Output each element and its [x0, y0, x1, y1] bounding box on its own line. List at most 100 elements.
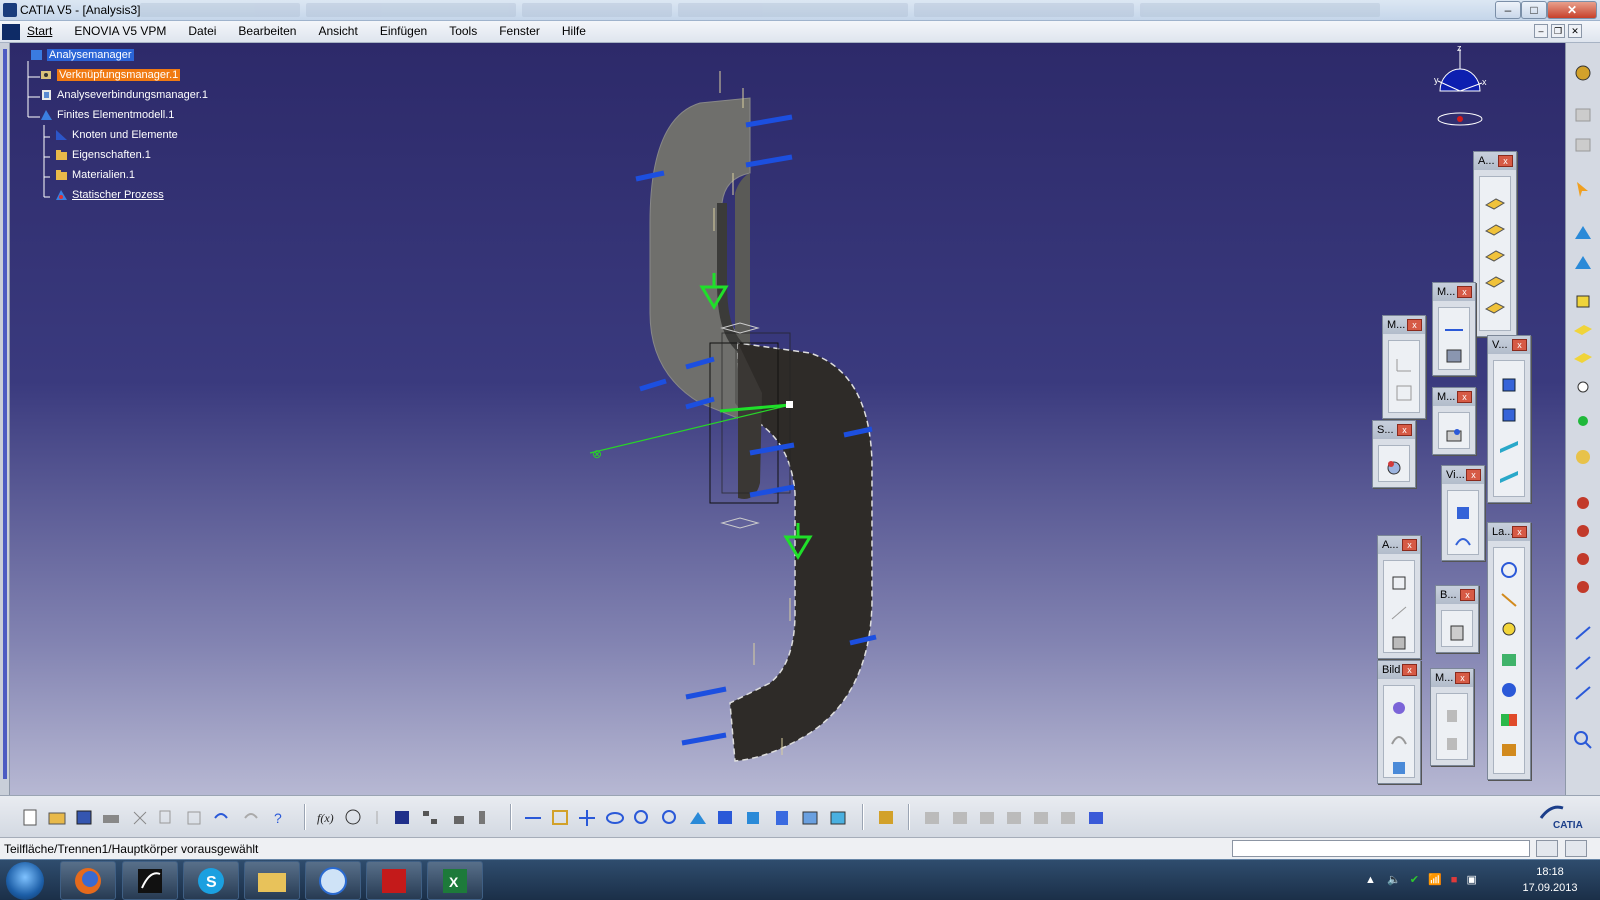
- open-icon[interactable]: [47, 808, 67, 826]
- minimize-button[interactable]: –: [1495, 1, 1521, 19]
- close-icon[interactable]: x: [1466, 469, 1481, 481]
- floating-toolbar-a1[interactable]: A... x: [1473, 151, 1517, 337]
- table-icon[interactable]: [392, 808, 412, 826]
- tray-expand-icon[interactable]: ▲: [1365, 874, 1376, 886]
- close-icon[interactable]: x: [1512, 526, 1527, 538]
- axis-icon[interactable]: [1572, 623, 1594, 643]
- floating-toolbar-m1[interactable]: M... x: [1432, 282, 1476, 376]
- taskbar-itunes[interactable]: [305, 861, 361, 900]
- close-icon[interactable]: x: [1460, 589, 1475, 601]
- doc-close-button[interactable]: ✕: [1568, 24, 1582, 38]
- undo-icon[interactable]: [211, 808, 231, 826]
- gear-icon[interactable]: [1572, 63, 1594, 83]
- load-icon[interactable]: [1498, 590, 1520, 610]
- split-icon[interactable]: [476, 808, 496, 826]
- close-icon[interactable]: x: [1457, 391, 1472, 403]
- floating-toolbar-b1[interactable]: B... x: [1435, 585, 1479, 653]
- floating-toolbar-v1[interactable]: V... x: [1487, 335, 1531, 503]
- volume-icon[interactable]: 🔈: [1387, 874, 1401, 886]
- image-icon[interactable]: [1388, 698, 1410, 718]
- spec-tree-icon[interactable]: [876, 808, 896, 826]
- new-icon[interactable]: [20, 808, 40, 826]
- clock[interactable]: 18:18 17.09.2013: [1515, 864, 1585, 896]
- acrobat-tray-icon[interactable]: ■: [1451, 874, 1458, 886]
- floating-toolbar-vi1[interactable]: Vi... x: [1441, 465, 1485, 561]
- copy-icon[interactable]: [157, 808, 177, 826]
- floating-toolbar-a2[interactable]: A... x: [1377, 535, 1421, 659]
- formula-icon[interactable]: f(x): [316, 808, 336, 826]
- calculator-icon[interactable]: [1446, 623, 1468, 643]
- view-cube-icon[interactable]: [1498, 405, 1520, 425]
- image-icon[interactable]: [1388, 728, 1410, 748]
- tree-icon[interactable]: [420, 808, 440, 826]
- image-icon[interactable]: [1388, 758, 1410, 778]
- help-icon[interactable]: ?: [270, 808, 290, 826]
- close-icon[interactable]: x: [1407, 319, 1422, 331]
- system-tray[interactable]: ▲ 🔈 ✔ 📶 ■ ▣: [1365, 873, 1477, 886]
- section-icon[interactable]: [1498, 465, 1520, 485]
- bug-icon[interactable]: [1572, 549, 1594, 569]
- close-icon[interactable]: x: [1457, 286, 1472, 298]
- bug-icon[interactable]: [1572, 577, 1594, 597]
- lock-icon[interactable]: [449, 808, 469, 826]
- floating-toolbar-bild[interactable]: Bild x: [1377, 660, 1421, 784]
- iso-view-icon[interactable]: [743, 808, 763, 826]
- close-icon[interactable]: x: [1498, 155, 1513, 167]
- menu-start[interactable]: Start: [27, 24, 52, 38]
- toolbar-icon[interactable]: [1572, 105, 1594, 125]
- table-icon[interactable]: [1393, 383, 1415, 403]
- taskbar-explorer[interactable]: [244, 861, 300, 900]
- image-icon[interactable]: [1452, 503, 1474, 523]
- print-icon[interactable]: [101, 808, 121, 826]
- status-light-icon[interactable]: [1572, 411, 1594, 431]
- network-icon[interactable]: 📶: [1428, 874, 1442, 886]
- normal-view-icon[interactable]: [688, 808, 708, 826]
- bug-icon[interactable]: [1572, 493, 1594, 513]
- tree-scroll-strip[interactable]: [0, 43, 10, 795]
- rotate-icon[interactable]: [605, 808, 625, 826]
- command-input[interactable]: [1232, 840, 1530, 857]
- fit-all-icon[interactable]: [550, 808, 570, 826]
- menu-fenster[interactable]: Fenster: [499, 24, 540, 38]
- menu-bearbeiten[interactable]: Bearbeiten: [238, 24, 296, 38]
- section-icon[interactable]: [1498, 435, 1520, 455]
- menu-ansicht[interactable]: Ansicht: [318, 24, 357, 38]
- hide-show-icon[interactable]: [800, 808, 820, 826]
- floating-toolbar-m3[interactable]: M... x: [1432, 387, 1476, 455]
- floating-toolbar-s1[interactable]: S... x: [1372, 420, 1416, 488]
- zoom-out-icon[interactable]: [660, 808, 680, 826]
- paste-icon[interactable]: [184, 808, 204, 826]
- menu-datei[interactable]: Datei: [188, 24, 216, 38]
- bug-icon[interactable]: [1572, 521, 1594, 541]
- menu-hilfe[interactable]: Hilfe: [562, 24, 586, 38]
- layer-icon[interactable]: [1484, 245, 1506, 265]
- zoom-in-icon[interactable]: [632, 808, 652, 826]
- inertia-icon[interactable]: [1443, 346, 1465, 366]
- fly-icon[interactable]: [523, 808, 543, 826]
- mesh-part-icon[interactable]: [1441, 706, 1463, 726]
- layer-icon[interactable]: [1484, 271, 1506, 291]
- floating-toolbar-la1[interactable]: La... x: [1487, 522, 1531, 780]
- mesh-icon[interactable]: [1498, 650, 1520, 670]
- close-icon[interactable]: x: [1402, 664, 1417, 676]
- axis-icon[interactable]: [1572, 683, 1594, 703]
- analysis-icon[interactable]: [1388, 633, 1410, 653]
- sketch-icon[interactable]: [1393, 355, 1415, 375]
- maximize-button[interactable]: □: [1521, 1, 1547, 19]
- menu-enovia[interactable]: ENOVIA V5 VPM: [74, 24, 166, 38]
- pyramid-icon[interactable]: [1572, 223, 1594, 243]
- light-icon[interactable]: [1572, 377, 1594, 397]
- toolbar-icon[interactable]: [1572, 135, 1594, 155]
- report-icon[interactable]: [1498, 740, 1520, 760]
- tool-icon[interactable]: [367, 808, 387, 826]
- bulb-icon[interactable]: [1498, 620, 1520, 640]
- layer-icon[interactable]: [1484, 193, 1506, 213]
- shading-icon[interactable]: [772, 808, 792, 826]
- layer-icon[interactable]: [1484, 297, 1506, 317]
- mesh-part-icon[interactable]: [1441, 734, 1463, 754]
- status-button-2[interactable]: [1565, 840, 1587, 857]
- compute-icon[interactable]: [1443, 425, 1465, 445]
- doc-restore-button[interactable]: ❐: [1551, 24, 1565, 38]
- device-icon[interactable]: ▣: [1466, 874, 1476, 886]
- close-icon[interactable]: x: [1402, 539, 1417, 551]
